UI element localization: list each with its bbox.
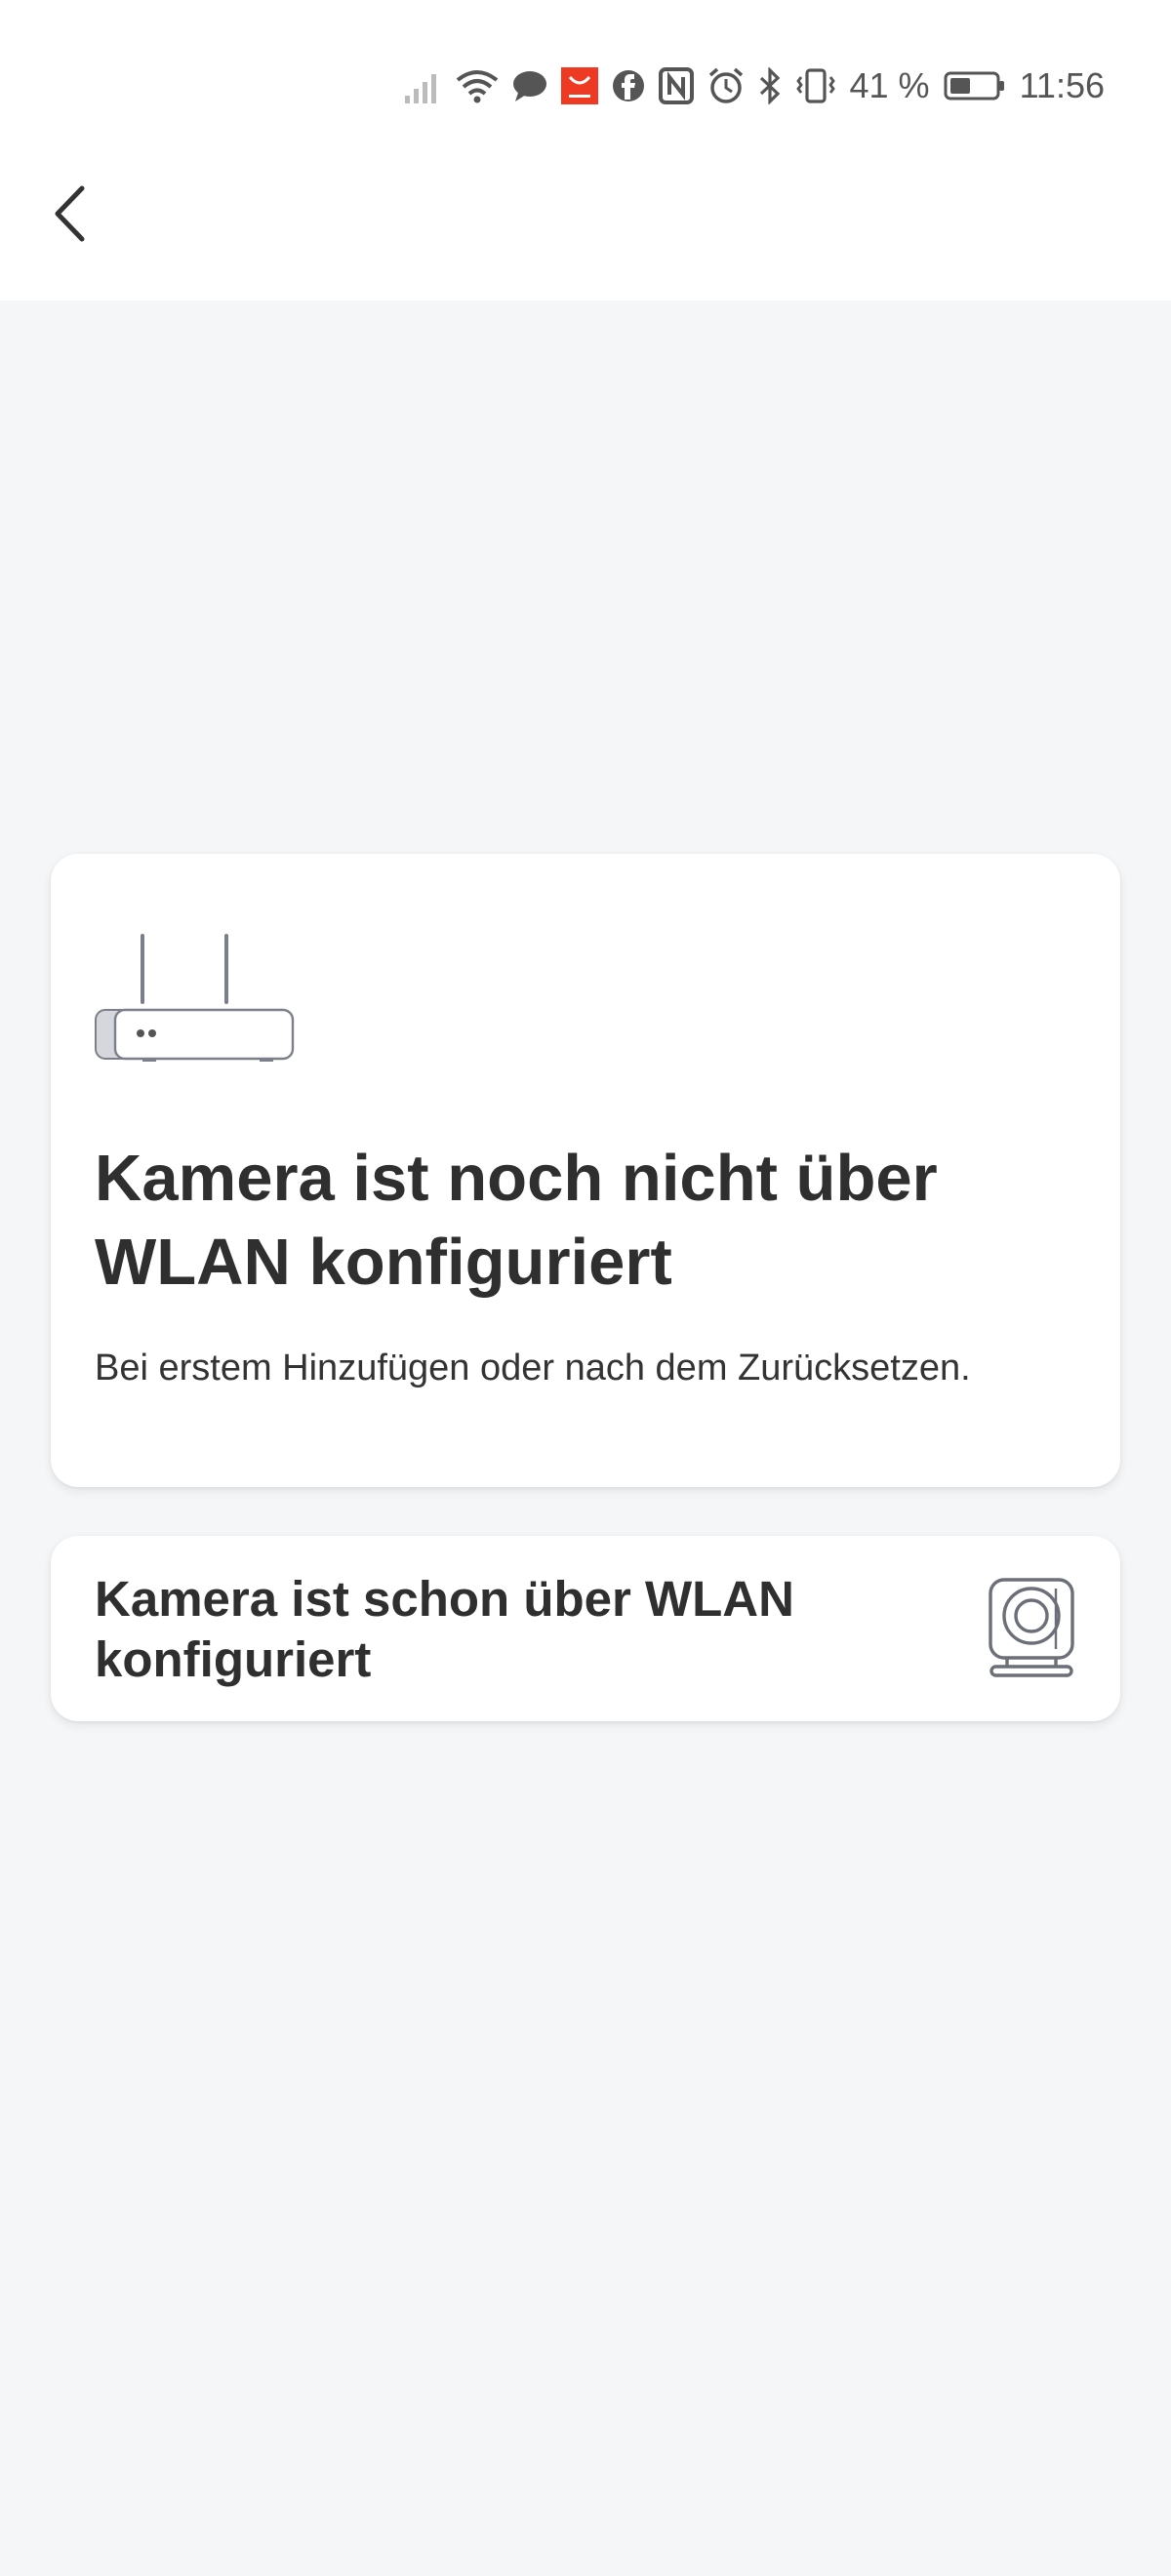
vibrate-icon: [795, 67, 836, 104]
chat-bubble-icon: [512, 69, 547, 102]
chevron-left-icon: [52, 184, 87, 248]
wifi-icon: [456, 68, 499, 103]
bluetooth-icon: [758, 67, 782, 104]
card-description: Bei erstem Hinzufügen oder nach dem Zurü…: [95, 1348, 971, 1389]
alarm-icon: [707, 67, 745, 104]
aliexpress-icon: [560, 67, 598, 104]
option-card-not-configured[interactable]: Kamera ist noch nicht über WLAN konfigur…: [51, 854, 1120, 1487]
battery-percent: 41 %: [849, 65, 930, 105]
card-title: Kamera ist schon über WLAN konfiguriert: [95, 1571, 794, 1687]
clock: 11:56: [1019, 65, 1105, 105]
back-button[interactable]: [35, 181, 103, 250]
card-title: Kamera ist noch nicht über WLAN konfigur…: [95, 1142, 938, 1299]
status-bar: 41 % 11:56: [0, 0, 1171, 176]
top-nav-bar: [0, 176, 1171, 301]
option-card-configured[interactable]: Kamera ist schon über WLAN konfiguriert: [51, 1536, 1120, 1721]
status-icons: 41 % 11:56: [403, 64, 1105, 107]
camera-icon: [988, 1577, 1075, 1683]
facebook-icon: [612, 69, 645, 102]
router-icon: [94, 926, 299, 1067]
signal-icon: [403, 68, 442, 103]
nfc-icon: [658, 67, 694, 104]
battery-icon: [944, 70, 1006, 101]
